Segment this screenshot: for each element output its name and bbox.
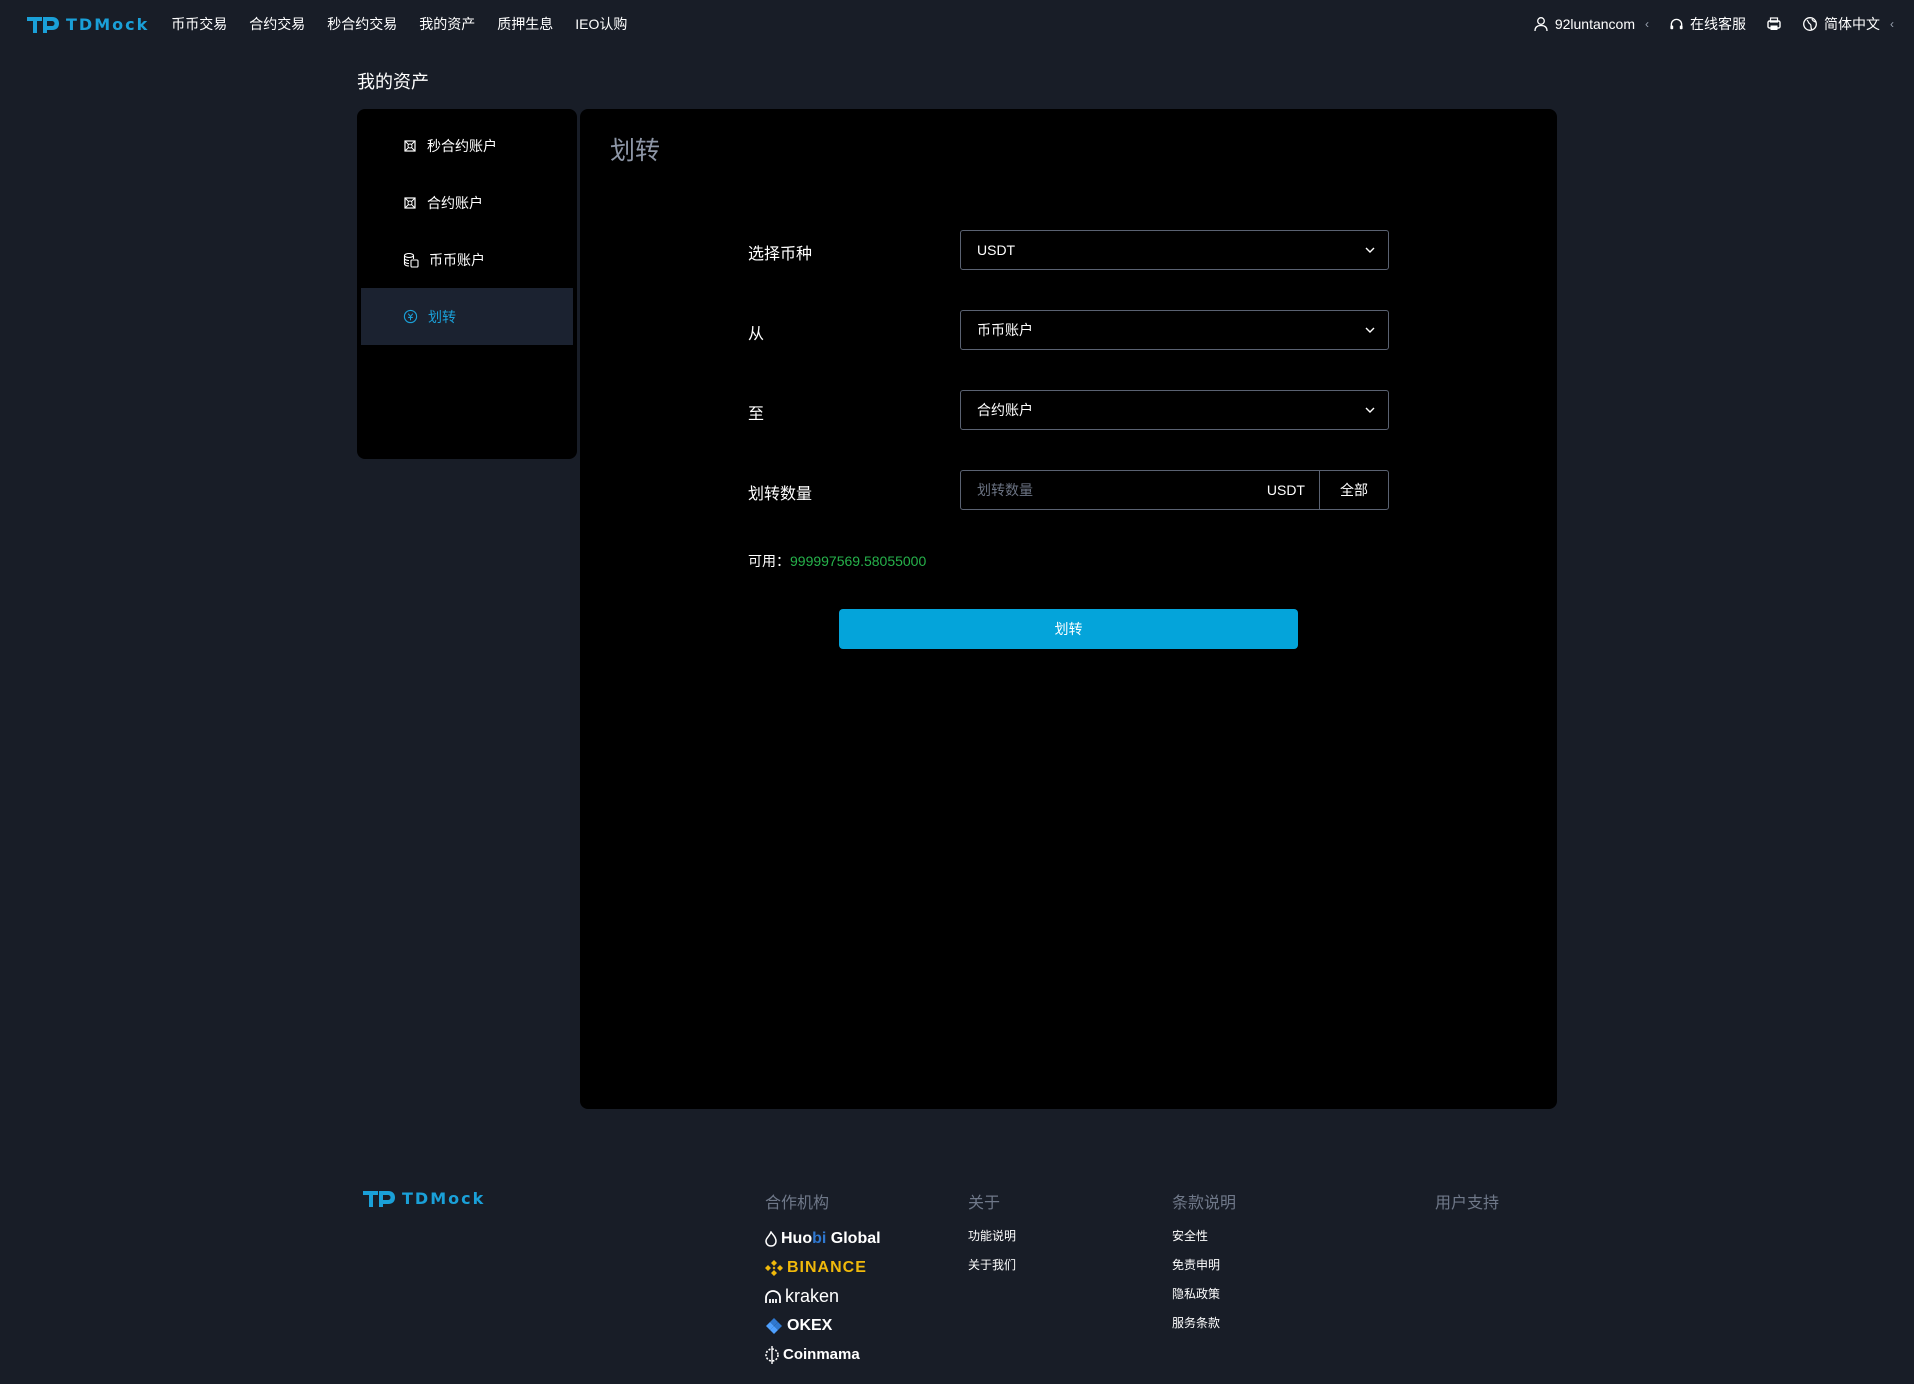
nav-spot-trading[interactable]: 币币交易 bbox=[171, 14, 227, 34]
online-support[interactable]: 在线客服 bbox=[1669, 14, 1746, 34]
partner-binance[interactable]: BINANCE bbox=[765, 1256, 881, 1279]
terms-title: 条款说明 bbox=[1172, 1195, 1237, 1212]
sidebar-item-label: 划转 bbox=[428, 308, 456, 325]
partner-kraken[interactable]: kraken bbox=[765, 1285, 881, 1308]
logo-icon bbox=[27, 17, 59, 33]
headset-icon bbox=[1670, 18, 1683, 29]
coins-icon bbox=[403, 252, 419, 268]
sidebar-item-contract-account[interactable]: 合约账户 bbox=[361, 174, 573, 231]
to-label: 至 bbox=[748, 406, 765, 423]
support-title: 用户支持 bbox=[1435, 1195, 1500, 1212]
partner-huobi[interactable]: Huobi Global bbox=[765, 1227, 881, 1250]
transfer-icon bbox=[403, 309, 418, 324]
to-account-select[interactable]: 合约账户 bbox=[960, 390, 1389, 430]
binance-diamond-icon bbox=[765, 1259, 783, 1276]
to-select-value: 合约账户 bbox=[977, 402, 1033, 418]
chevron-down-icon bbox=[1365, 407, 1375, 413]
nav-contract-trading[interactable]: 合约交易 bbox=[249, 14, 305, 34]
nav-staking[interactable]: 质押生息 bbox=[497, 14, 553, 34]
nav-ieo[interactable]: IEO认购 bbox=[575, 14, 627, 34]
footer-link-privacy[interactable]: 隐私政策 bbox=[1172, 1285, 1236, 1302]
from-label: 从 bbox=[748, 326, 765, 343]
logo-icon bbox=[363, 1191, 395, 1207]
panel-title: 划转 bbox=[610, 137, 661, 165]
partner-binance-name: BINANCE bbox=[787, 1258, 867, 1276]
language-label: 简体中文 bbox=[1824, 16, 1880, 32]
sidebar-item-label: 秒合约账户 bbox=[427, 137, 497, 154]
partner-huobi-name: Huobi Global bbox=[781, 1229, 881, 1247]
transfer-submit-button[interactable]: 划转 bbox=[839, 609, 1298, 649]
sidebar-item-transfer[interactable]: 划转 bbox=[361, 288, 573, 345]
partner-coinmama-name: Coinmama bbox=[783, 1346, 860, 1363]
footer-about: 关于 功能说明 关于我们 bbox=[968, 1189, 1016, 1285]
coin-label: 选择币种 bbox=[748, 246, 813, 263]
coin-select[interactable]: USDT bbox=[960, 230, 1389, 270]
partners-title: 合作机构 bbox=[765, 1195, 830, 1212]
footer-link-disclaimer[interactable]: 免责申明 bbox=[1172, 1256, 1236, 1273]
kraken-icon bbox=[765, 1289, 781, 1303]
logo-text: TDMock bbox=[66, 14, 150, 34]
available-balance: 可用：999997569.58055000 bbox=[748, 551, 926, 571]
footer-partners: 合作机构 Huobi Global BINANCE kraken OKEX Co… bbox=[765, 1189, 881, 1366]
nav-my-assets[interactable]: 我的资产 bbox=[419, 14, 475, 34]
chevron-left-icon: ‹ bbox=[1890, 17, 1894, 31]
globe-icon bbox=[1803, 17, 1817, 31]
nav-second-contract[interactable]: 秒合约交易 bbox=[327, 14, 397, 34]
available-value: 999997569.58055000 bbox=[790, 553, 927, 569]
about-title: 关于 bbox=[968, 1195, 1001, 1212]
footer-link-terms-of-service[interactable]: 服务条款 bbox=[1172, 1314, 1236, 1331]
chevron-down-icon bbox=[1365, 327, 1375, 333]
language-selector[interactable]: 简体中文 ‹ bbox=[1802, 14, 1894, 34]
partner-kraken-name: kraken bbox=[785, 1286, 840, 1306]
chevron-down-icon bbox=[1365, 247, 1375, 253]
sidebar-item-label: 合约账户 bbox=[427, 194, 483, 211]
amount-label: 划转数量 bbox=[748, 486, 813, 503]
support-label: 在线客服 bbox=[1690, 16, 1746, 32]
top-navbar: TDMock 币币交易 合约交易 秒合约交易 我的资产 质押生息 IEO认购 9… bbox=[0, 0, 1914, 48]
coinmama-icon bbox=[765, 1345, 779, 1364]
page-title: 我的资产 bbox=[357, 72, 429, 92]
from-select-value: 币币账户 bbox=[977, 322, 1033, 338]
amount-unit: USDT bbox=[1266, 482, 1305, 498]
footer-logo[interactable]: TDMock bbox=[362, 1188, 485, 1208]
partner-okex-name: OKEX bbox=[787, 1316, 833, 1334]
user-icon bbox=[1534, 17, 1548, 32]
footer-link-security[interactable]: 安全性 bbox=[1172, 1227, 1236, 1244]
flame-icon bbox=[765, 1230, 777, 1247]
sidebar-item-second-contract-account[interactable]: 秒合约账户 bbox=[361, 117, 573, 174]
contract-icon bbox=[404, 196, 416, 209]
footer-terms: 条款说明 安全性 免责申明 隐私政策 服务条款 bbox=[1172, 1189, 1236, 1343]
footer-logo-text: TDMock bbox=[402, 1188, 486, 1208]
transfer-panel: 划转 选择币种 USDT 从 币币账户 至 合约账户 划转数量 USDT 全部 … bbox=[580, 109, 1557, 1109]
coin-select-value: USDT bbox=[977, 242, 1016, 258]
footer-link-features[interactable]: 功能说明 bbox=[968, 1227, 1016, 1244]
username: 92luntancom bbox=[1554, 16, 1635, 32]
sidebar-item-label: 币币账户 bbox=[429, 251, 485, 268]
from-account-select[interactable]: 币币账户 bbox=[960, 310, 1389, 350]
brand-logo[interactable]: TDMock bbox=[26, 14, 149, 34]
contract-icon bbox=[404, 139, 416, 152]
printer-icon bbox=[1767, 17, 1781, 30]
amount-input[interactable] bbox=[961, 471, 1267, 509]
amount-field: USDT 全部 bbox=[960, 470, 1389, 510]
transfer-all-button[interactable]: 全部 bbox=[1319, 471, 1388, 509]
partner-coinmama[interactable]: Coinmama bbox=[765, 1343, 881, 1366]
chevron-left-icon: ‹ bbox=[1645, 17, 1649, 31]
asset-sidebar: 秒合约账户 合约账户 币币账户 划转 bbox=[357, 109, 577, 459]
available-label: 可用： bbox=[748, 553, 790, 569]
user-menu[interactable]: 92luntancom ‹ bbox=[1533, 16, 1649, 32]
download-button[interactable] bbox=[1766, 16, 1782, 32]
footer-user-support: 用户支持 bbox=[1435, 1189, 1499, 1227]
sidebar-item-spot-account[interactable]: 币币账户 bbox=[361, 231, 573, 288]
partner-okex[interactable]: OKEX bbox=[765, 1314, 881, 1337]
okex-icon bbox=[766, 1317, 782, 1334]
footer-link-about-us[interactable]: 关于我们 bbox=[968, 1256, 1016, 1273]
